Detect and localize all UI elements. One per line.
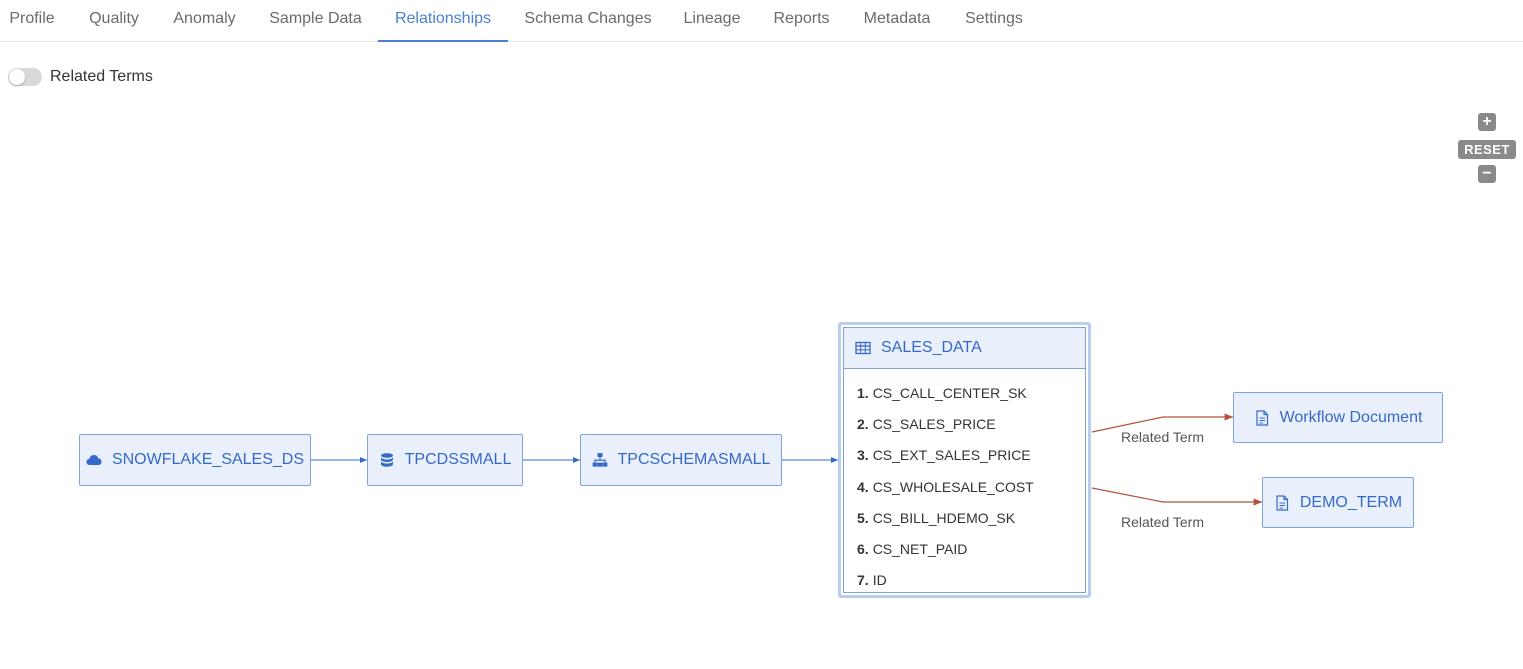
term-node-label: DEMO_TERM <box>1299 493 1403 511</box>
edge-label-related-term: Related Term <box>1121 514 1205 530</box>
schema-node-label: TPCSCHEMASMALL <box>617 451 771 468</box>
column-item[interactable]: 2. CS_SALES_PRICE <box>844 409 1085 440</box>
column-item[interactable]: 4. CS_WHOLESALE_COST <box>844 472 1085 503</box>
datasource-node[interactable]: SNOWFLAKE_SALES_DS <box>79 434 311 486</box>
database-node[interactable]: TPCDSSMALL <box>367 434 523 486</box>
document-icon <box>1255 409 1268 426</box>
cloud-icon <box>86 455 102 465</box>
edge-label-related-term: Related Term <box>1121 429 1205 445</box>
column-number: 6. <box>857 540 869 557</box>
datasource-node-label: SNOWFLAKE_SALES_DS <box>111 451 305 468</box>
column-number: 2. <box>857 416 869 433</box>
column-number: 1. <box>857 385 869 401</box>
column-item[interactable]: 1. CS_CALL_CENTER_SK <box>844 378 1085 409</box>
table-node-body: SALES_DATA 1. CS_CALL_CENTER_SK 2. CS_SALE… <box>843 327 1086 593</box>
column-item[interactable]: 7. ID <box>844 565 1085 596</box>
column-item[interactable]: 5. CS_BILL_HDEMO_SK <box>844 503 1085 534</box>
column-name: CS_CALL_CENTER_SK <box>872 385 1027 401</box>
schema-node[interactable]: TPCSCHEMASMALL <box>580 434 782 486</box>
column-number: 4. <box>857 478 869 495</box>
column-number: 5. <box>857 509 869 526</box>
edge-table-to-demo-term <box>1091 487 1262 506</box>
column-item[interactable]: 6. CS_NET_PAID <box>844 534 1085 565</box>
column-number: 7. <box>857 572 869 589</box>
term-node-label: Workflow Document <box>1279 408 1423 426</box>
table-node-label: SALES_DATA <box>881 339 982 356</box>
column-name: CS_NET_PAID <box>872 540 968 557</box>
database-icon <box>380 453 393 467</box>
column-name: CS_WHOLESALE_COST <box>872 478 1034 495</box>
column-name: CS_SALES_PRICE <box>872 416 996 433</box>
column-name: CS_EXT_SALES_PRICE <box>872 447 1031 464</box>
column-list: 1. CS_CALL_CENTER_SK 2. CS_SALES_PRICE 3. C… <box>844 369 1085 596</box>
document-icon <box>1276 494 1288 511</box>
table-icon <box>855 341 871 355</box>
column-name: CS_BILL_HDEMO_SK <box>872 509 1016 526</box>
column-name: ID <box>872 572 887 589</box>
column-item[interactable]: 3. CS_EXT_SALES_PRICE <box>844 440 1085 471</box>
table-node-header: SALES_DATA <box>844 328 1085 369</box>
database-node-label: TPCDSSMALL <box>404 451 512 468</box>
graph-edges <box>311 413 1262 506</box>
term-node-workflow-document[interactable]: Workflow Document <box>1233 392 1443 443</box>
column-number: 3. <box>857 447 869 464</box>
table-node[interactable]: SALES_DATA 1. CS_CALL_CENTER_SK 2. CS_SALE… <box>838 322 1091 598</box>
hierarchy-icon <box>592 453 607 467</box>
term-node-demo-term[interactable]: DEMO_TERM <box>1262 477 1414 528</box>
